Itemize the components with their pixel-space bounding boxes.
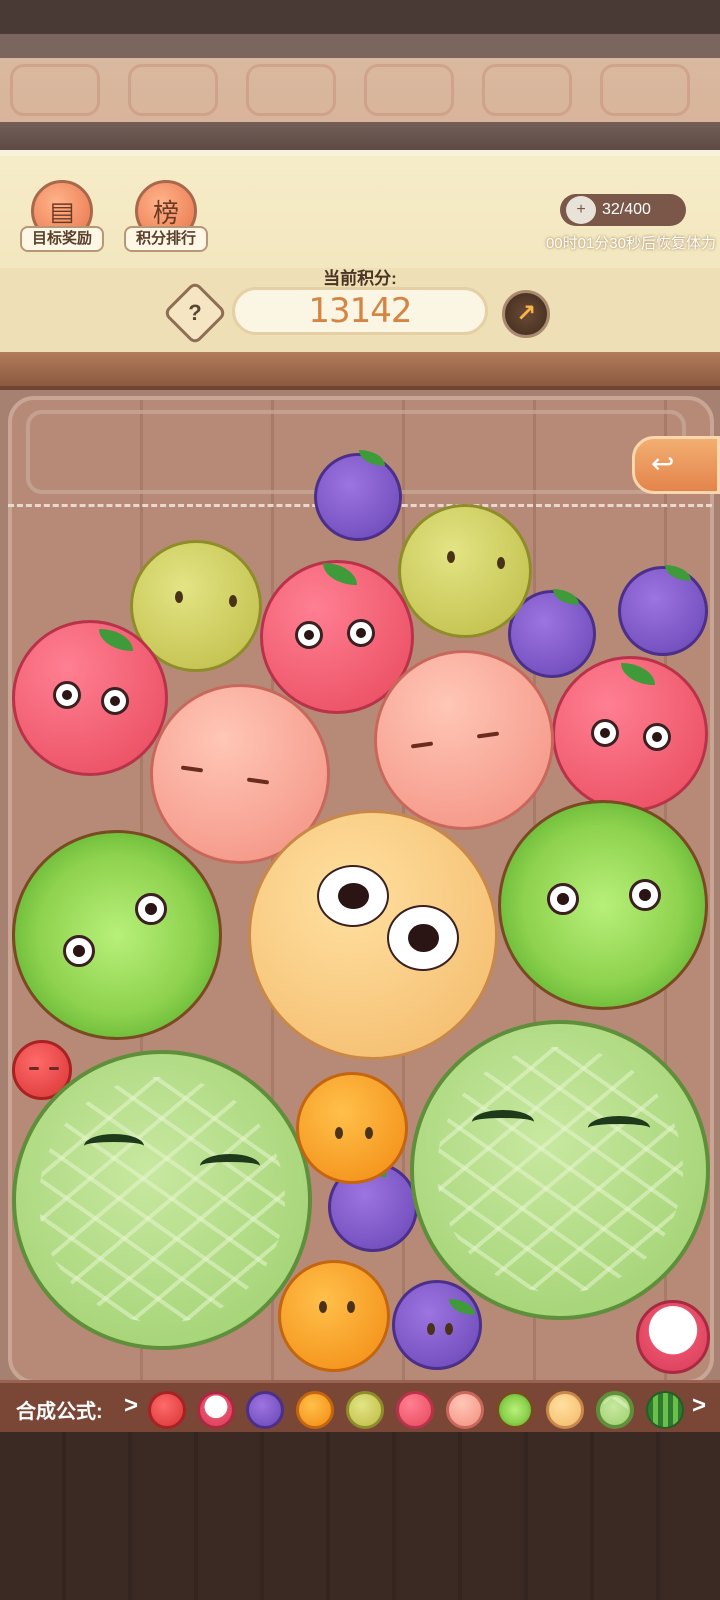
fruit-eye	[246, 777, 270, 785]
merge-formula-bar: 合成公式: > >	[0, 1380, 720, 1432]
fruit-lemon	[398, 504, 532, 638]
fruit-eye	[135, 893, 167, 925]
formula-watermelon	[646, 1391, 684, 1429]
formula-cherry	[148, 1391, 186, 1429]
fruit-eye	[175, 591, 183, 603]
formula-lychee	[197, 1391, 235, 1429]
fruit-eye	[49, 1067, 59, 1070]
score-rank-button[interactable]: 榜 积分排行	[124, 180, 208, 252]
fruit-grape	[314, 450, 402, 541]
formula-kiwi	[496, 1391, 534, 1429]
fruit-eye	[53, 681, 81, 709]
target-reward-button[interactable]: ▤ 目标奖励	[20, 180, 104, 252]
score-title: 当前积分:	[323, 269, 397, 288]
fruit-grape	[618, 565, 708, 656]
energy-counter[interactable]: + 32/400	[560, 194, 686, 226]
question-icon: ?	[188, 300, 202, 325]
fruit-kiwi	[12, 830, 222, 1040]
fruit-honeydew	[12, 1050, 312, 1350]
game-board[interactable]: ↩	[0, 390, 720, 1390]
share-button[interactable]: ↗	[502, 290, 550, 338]
fruit-cantaloupe	[248, 810, 498, 1060]
formula-label: 合成公式:	[16, 1401, 103, 1423]
fruit-eye	[447, 551, 455, 563]
lantern-decor	[364, 64, 454, 116]
score-display: 13142	[232, 287, 488, 335]
formula-grape	[246, 1391, 284, 1429]
fruit-eye	[335, 1127, 343, 1139]
energy-value: 32/400	[602, 201, 651, 218]
fruit-kiwi	[498, 800, 708, 1010]
lantern-decor	[482, 64, 572, 116]
fruit-orange	[296, 1072, 408, 1184]
fruit-eye	[200, 1154, 260, 1178]
lantern-decor	[600, 64, 690, 116]
leaf-icon	[99, 629, 133, 651]
formula-cantaloupe	[546, 1391, 584, 1429]
share-arrow-icon: ↗	[515, 300, 537, 327]
fruit-eye	[472, 1110, 534, 1134]
formula-honeydew	[596, 1391, 634, 1429]
fruit-eye	[229, 595, 237, 607]
fruit-eye	[317, 865, 389, 927]
fruit-eye	[319, 1301, 327, 1313]
fruit-eye	[347, 619, 375, 647]
leaf-icon	[323, 563, 357, 585]
target-reward-label: 目标奖励	[20, 226, 104, 252]
energy-recover-timer: 00时01分30秒后恢复体力	[545, 235, 716, 252]
fruit-apple	[552, 656, 708, 812]
bottom-floor-decor	[0, 1432, 720, 1600]
fruit-eye	[410, 741, 434, 749]
score-rank-label: 积分排行	[124, 226, 208, 252]
chevron-right-icon: >	[124, 1392, 139, 1419]
fruit-eye	[497, 557, 505, 569]
fruit-eye	[643, 723, 671, 751]
lantern-decor	[128, 64, 218, 116]
fruit-honeydew	[410, 1020, 710, 1320]
fruit-eye	[295, 621, 323, 649]
fruit-eye	[387, 905, 459, 971]
lantern-decor	[246, 64, 336, 116]
formula-lemon	[346, 1391, 384, 1429]
fruit-eye	[180, 765, 204, 773]
top-decor-shelf	[0, 0, 720, 150]
fruit-eye	[84, 1134, 144, 1158]
formula-orange	[296, 1391, 334, 1429]
fruit-eye	[29, 1067, 39, 1070]
lantern-decor	[10, 64, 100, 116]
fruit-apple	[12, 620, 168, 776]
back-button[interactable]: ↩	[632, 436, 720, 494]
fruit-eye	[63, 935, 95, 967]
fruit-eye	[588, 1116, 650, 1140]
fruit-eye	[476, 731, 500, 739]
fruit-eye	[365, 1127, 373, 1139]
lantern-row	[0, 60, 720, 122]
formula-apple	[396, 1391, 434, 1429]
fruit-grape	[392, 1280, 482, 1370]
fruit-eye	[591, 719, 619, 747]
fruit-orange	[278, 1260, 390, 1372]
fruit-lychee	[636, 1300, 710, 1374]
fruit-eye	[101, 687, 129, 715]
fruit-eye	[445, 1323, 453, 1335]
energy-bun-icon: +	[566, 196, 596, 224]
fruit-eye	[629, 879, 661, 911]
fruit-eye	[347, 1301, 355, 1313]
wood-divider	[0, 352, 720, 390]
leaf-icon	[621, 663, 655, 685]
formula-next-button[interactable]: >	[692, 1392, 706, 1420]
header-panel: ▤ 目标奖励 榜 积分排行 + 32/400 00时01分30秒后恢复体力 当前…	[0, 150, 720, 358]
back-arrow-icon: ↩	[651, 448, 675, 479]
leaf-icon	[449, 1299, 475, 1315]
formula-peach	[446, 1391, 484, 1429]
fruit-peach	[374, 650, 554, 830]
fruit-eye	[427, 1323, 435, 1335]
fruit-eye	[547, 883, 579, 915]
